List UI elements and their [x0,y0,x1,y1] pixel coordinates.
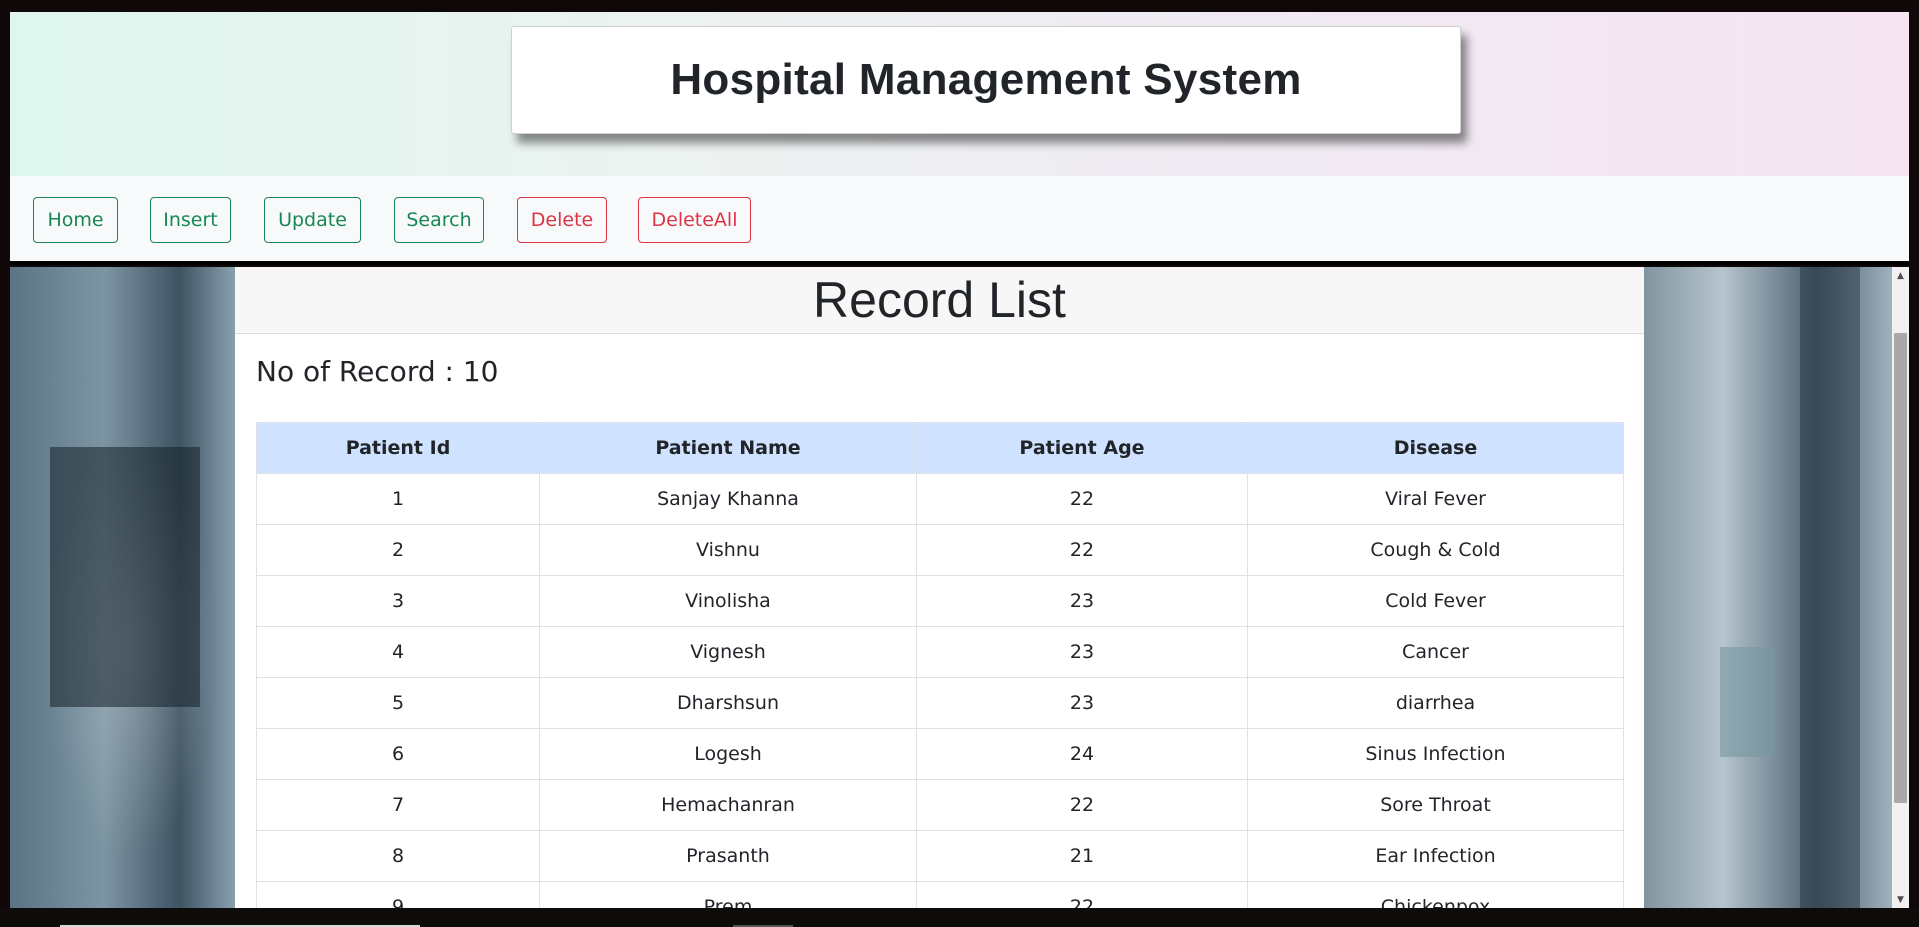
table-cell: 5 [256,677,540,729]
table-cell: 23 [916,575,1248,627]
table-cell: 2 [256,524,540,576]
content-area: Record List No of Record : 10 Patient Id… [10,267,1892,908]
column-header: Disease [1247,422,1624,474]
table-row: 1 Sanjay Khanna 22 Viral Fever [256,473,1624,525]
bottom-strip [0,908,1919,927]
table-cell: 8 [256,830,540,882]
table-row: 2 Vishnu 22 Cough & Cold [256,524,1624,576]
table-cell: Sinus Infection [1247,728,1624,780]
table-cell: 3 [256,575,540,627]
table-cell: Vinolisha [539,575,917,627]
table-cell: 21 [916,830,1248,882]
table-cell: Sanjay Khanna [539,473,917,525]
table-cell: Chickenpox [1247,881,1624,908]
insert-button[interactable]: Insert [150,197,231,243]
table-cell: 9 [256,881,540,908]
triangle-up-icon[interactable]: ▲ [1892,267,1909,284]
table-cell: Ear Infection [1247,830,1624,882]
record-list-header: Record List [235,267,1644,334]
table-cell: 7 [256,779,540,831]
table-cell: Prem [539,881,917,908]
table-cell: Sore Throat [1247,779,1624,831]
nav-bar: Home Insert Update Search Delete DeleteA… [10,176,1909,265]
table-cell: Logesh [539,728,917,780]
scrollbar-thumb[interactable] [1894,333,1907,803]
table-cell: Dharshsun [539,677,917,729]
page-title: Hospital Management System [670,55,1302,104]
record-list-heading: Record List [813,272,1066,328]
table-cell: Vishnu [539,524,917,576]
update-button[interactable]: Update [264,197,361,243]
table-cell: 23 [916,677,1248,729]
table-cell: 24 [916,728,1248,780]
table-row: 3 Vinolisha 23 Cold Fever [256,575,1624,627]
vertical-scrollbar[interactable]: ▲ ▼ [1892,267,1909,908]
table-cell: Cough & Cold [1247,524,1624,576]
table-cell: Cold Fever [1247,575,1624,627]
table-cell: diarrhea [1247,677,1624,729]
table-cell: 6 [256,728,540,780]
app-header: Hospital Management System [10,12,1909,176]
patient-table: Patient Id Patient Name Patient Age Dise… [256,422,1624,908]
column-header: Patient Name [539,422,917,474]
background-image-shape [1720,647,1775,757]
table-cell: 1 [256,473,540,525]
table-row: 5 Dharshsun 23 diarrhea [256,677,1624,729]
table-cell: 22 [916,473,1248,525]
title-card: Hospital Management System [511,26,1461,134]
table-cell: Cancer [1247,626,1624,678]
table-cell: Viral Fever [1247,473,1624,525]
home-button[interactable]: Home [33,197,118,243]
table-row: 4 Vignesh 23 Cancer [256,626,1624,678]
column-header: Patient Age [916,422,1248,474]
table-row: 9 Prem 22 Chickenpox [256,881,1624,908]
background-image-shape [1800,267,1860,908]
table-cell: Prasanth [539,830,917,882]
table-row: 6 Logesh 24 Sinus Infection [256,728,1624,780]
table-cell: 22 [916,779,1248,831]
delete-all-button[interactable]: DeleteAll [638,197,751,243]
table-row: 7 Hemachanran 22 Sore Throat [256,779,1624,831]
table-cell: 23 [916,626,1248,678]
triangle-down-icon[interactable]: ▼ [1892,891,1909,908]
table-cell: 4 [256,626,540,678]
column-header: Patient Id [256,422,540,474]
table-cell: Vignesh [539,626,917,678]
background-image-shape [50,447,200,707]
search-button[interactable]: Search [394,197,484,243]
table-cell: Hemachanran [539,779,917,831]
table-row: 8 Prasanth 21 Ear Infection [256,830,1624,882]
record-count: No of Record : 10 [256,355,499,388]
record-list-panel: Record List No of Record : 10 Patient Id… [235,267,1644,908]
table-cell: 22 [916,881,1248,908]
delete-button[interactable]: Delete [517,197,607,243]
table-cell: 22 [916,524,1248,576]
table-header-row: Patient Id Patient Name Patient Age Dise… [256,422,1624,474]
